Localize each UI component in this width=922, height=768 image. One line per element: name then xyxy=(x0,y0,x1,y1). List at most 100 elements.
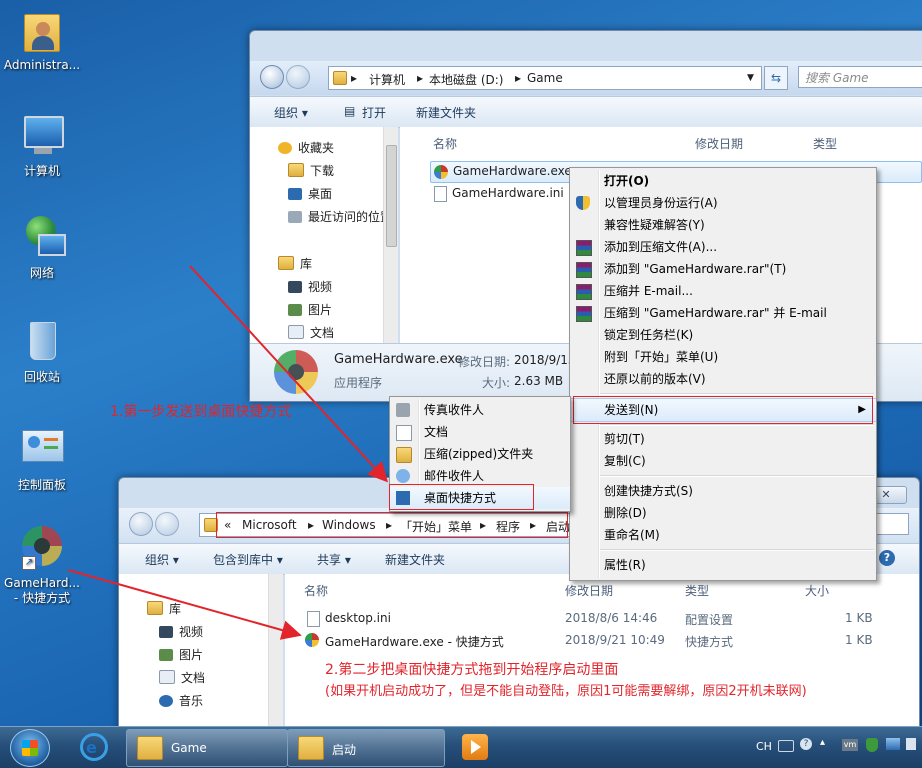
annotation-step2: 2.第二步把桌面快捷方式拖到开始程序启动里面 xyxy=(325,662,619,678)
forward-button[interactable] xyxy=(155,512,179,536)
nav-documents[interactable]: 文档 xyxy=(159,669,205,686)
menu-item-run-as-admin[interactable]: 以管理员身份运行(A) xyxy=(570,192,876,214)
nav-desktop[interactable]: 桌面 xyxy=(288,185,332,202)
media-player-taskbar-icon[interactable] xyxy=(462,734,488,760)
nav-scrollbar[interactable] xyxy=(383,127,398,343)
game-shortcut-icon: ↗ xyxy=(18,524,66,572)
share-button[interactable]: 共享 ▾ xyxy=(317,551,351,568)
sendto-fax[interactable]: 传真收件人 xyxy=(390,399,570,421)
new-folder-button[interactable]: 新建文件夹 xyxy=(385,551,445,568)
nav-music[interactable]: 音乐 xyxy=(159,692,203,709)
sendto-zip[interactable]: 压缩(zipped)文件夹 xyxy=(390,443,570,465)
column-header-size[interactable]: 大小 xyxy=(805,582,829,599)
back-button[interactable] xyxy=(260,65,284,89)
column-header-type[interactable]: 类型 xyxy=(813,135,837,152)
breadcrumb-game[interactable]: Game xyxy=(527,71,563,85)
file-name: GameHardware.exe xyxy=(453,164,572,178)
vmware-tray-icon[interactable]: vm xyxy=(842,739,858,751)
nav-documents[interactable]: 文档 xyxy=(288,324,334,341)
language-indicator[interactable]: CH xyxy=(756,740,772,753)
keyboard-icon[interactable] xyxy=(778,740,794,752)
nav-videos[interactable]: 视频 xyxy=(288,278,332,295)
file-name: GameHardware.exe - 快捷方式 xyxy=(325,635,504,649)
nav-pictures[interactable]: 图片 xyxy=(288,301,332,318)
taskbar-button-game[interactable]: Game xyxy=(126,729,288,767)
library-icon xyxy=(147,601,163,615)
menu-item-compress-rar-email[interactable]: 压缩到 "GameHardware.rar" 并 E-mail xyxy=(570,302,876,324)
menu-item-pin-taskbar[interactable]: 锁定到任务栏(K) xyxy=(570,324,876,346)
menu-item-delete[interactable]: 删除(D) xyxy=(570,502,876,524)
nav-downloads[interactable]: 下载 xyxy=(288,162,334,179)
menu-label: 属性(R) xyxy=(604,558,646,572)
help-icon[interactable]: ? xyxy=(879,550,895,566)
document-icon xyxy=(288,325,304,339)
menu-label: 文档 xyxy=(424,425,449,439)
file-row[interactable]: desktop.ini 2018/8/6 14:46 配置设置 1 KB xyxy=(305,608,895,628)
column-header-modified[interactable]: 修改日期 xyxy=(565,582,613,599)
search-input[interactable]: 搜索 Game xyxy=(798,66,922,88)
sendto-documents[interactable]: 文档 xyxy=(390,421,570,443)
nav-scrollbar[interactable] xyxy=(268,574,283,738)
column-header-modified[interactable]: 修改日期 xyxy=(695,135,743,152)
breadcrumb-computer[interactable]: 计算机 xyxy=(369,71,405,88)
breadcrumb-drive-d[interactable]: 本地磁盘 (D:) xyxy=(429,71,503,88)
menu-item-pin-start[interactable]: 附到「开始」菜单(U) xyxy=(570,346,876,368)
ie-taskbar-icon[interactable]: e xyxy=(80,733,108,761)
nav-library[interactable]: 库 xyxy=(278,255,312,272)
breadcrumb-separator: ▸ xyxy=(515,71,522,85)
menu-item-compat-troubleshoot[interactable]: 兼容性疑难解答(Y) xyxy=(570,214,876,236)
include-in-library-button[interactable]: 包含到库中 ▾ xyxy=(213,551,283,568)
address-field[interactable]: ▸ 计算机 ▸ 本地磁盘 (D:) ▸ Game ▼ xyxy=(328,66,762,90)
security-tray-icon[interactable] xyxy=(866,738,878,752)
back-button[interactable] xyxy=(129,512,153,536)
menu-item-restore-versions[interactable]: 还原以前的版本(V) xyxy=(570,368,876,390)
organize-button[interactable]: 组织 ▾ xyxy=(274,104,308,121)
column-header-type[interactable]: 类型 xyxy=(685,582,709,599)
volume-tray-icon[interactable] xyxy=(906,738,916,750)
folder-icon xyxy=(298,736,324,760)
start-button[interactable] xyxy=(10,729,50,767)
organize-button[interactable]: 组织 ▾ xyxy=(145,551,179,568)
desktop-icon-network[interactable]: 网络 xyxy=(2,214,82,281)
forward-button[interactable] xyxy=(286,65,310,89)
taskbar-button-startup[interactable]: 启动 xyxy=(287,729,445,767)
menu-item-add-to-rar[interactable]: 添加到 "GameHardware.rar"(T) xyxy=(570,258,876,280)
file-row[interactable]: GameHardware.exe - 快捷方式 2018/9/21 10:49 … xyxy=(305,630,895,650)
help-tray-icon[interactable]: ? xyxy=(800,738,812,750)
nav-pictures[interactable]: 图片 xyxy=(159,646,203,663)
column-header-name[interactable]: 名称 xyxy=(433,135,457,152)
desktop-icon-gamehardware-shortcut[interactable]: ↗ GameHard... - 快捷方式 xyxy=(2,524,82,606)
menu-item-create-shortcut[interactable]: 创建快捷方式(S) xyxy=(570,480,876,502)
nav-library[interactable]: 库 xyxy=(147,600,181,617)
open-button[interactable]: 打开 xyxy=(362,104,386,121)
highlight-desktop-shortcut xyxy=(389,484,534,510)
menu-label: 复制(C) xyxy=(604,454,646,468)
nav-favorites[interactable]: 收藏夹 xyxy=(278,139,334,156)
menu-item-cut[interactable]: 剪切(T) xyxy=(570,428,876,450)
network-tray-icon[interactable] xyxy=(886,738,900,750)
new-folder-button[interactable]: 新建文件夹 xyxy=(416,104,476,121)
video-icon xyxy=(159,626,173,638)
file-type: 配置设置 xyxy=(685,613,734,627)
chevron-down-icon[interactable]: ▼ xyxy=(747,73,754,83)
taskbar-button-label: Game xyxy=(171,741,207,755)
nav-videos[interactable]: 视频 xyxy=(159,623,203,640)
refresh-button[interactable]: ⇆ xyxy=(764,66,788,90)
nav-recent[interactable]: 最近访问的位置 xyxy=(288,208,392,225)
desktop-icon-recycle-bin[interactable]: 回收站 xyxy=(2,318,82,385)
desktop-icon-computer[interactable]: 计算机 xyxy=(2,112,82,179)
tray-expand-icon[interactable]: ▴ xyxy=(820,737,825,748)
menu-item-add-to-archive[interactable]: 添加到压缩文件(A)... xyxy=(570,236,876,258)
menu-item-copy[interactable]: 复制(C) xyxy=(570,450,876,472)
menu-item-rename[interactable]: 重命名(M) xyxy=(570,524,876,546)
picture-icon xyxy=(159,649,173,661)
video-icon xyxy=(288,281,302,293)
menu-item-compress-email[interactable]: 压缩并 E-mail... xyxy=(570,280,876,302)
column-header-name[interactable]: 名称 xyxy=(304,582,328,599)
menu-item-properties[interactable]: 属性(R) xyxy=(570,554,876,576)
desktop-icon-administrator[interactable]: Administra... xyxy=(2,6,82,73)
desktop-icon-label: 计算机 xyxy=(23,164,60,178)
menu-item-open[interactable]: 打开(O) xyxy=(570,170,876,192)
desktop-icon-control-panel[interactable]: 控制面板 xyxy=(2,426,82,493)
open-icon: ▤ xyxy=(344,104,356,118)
